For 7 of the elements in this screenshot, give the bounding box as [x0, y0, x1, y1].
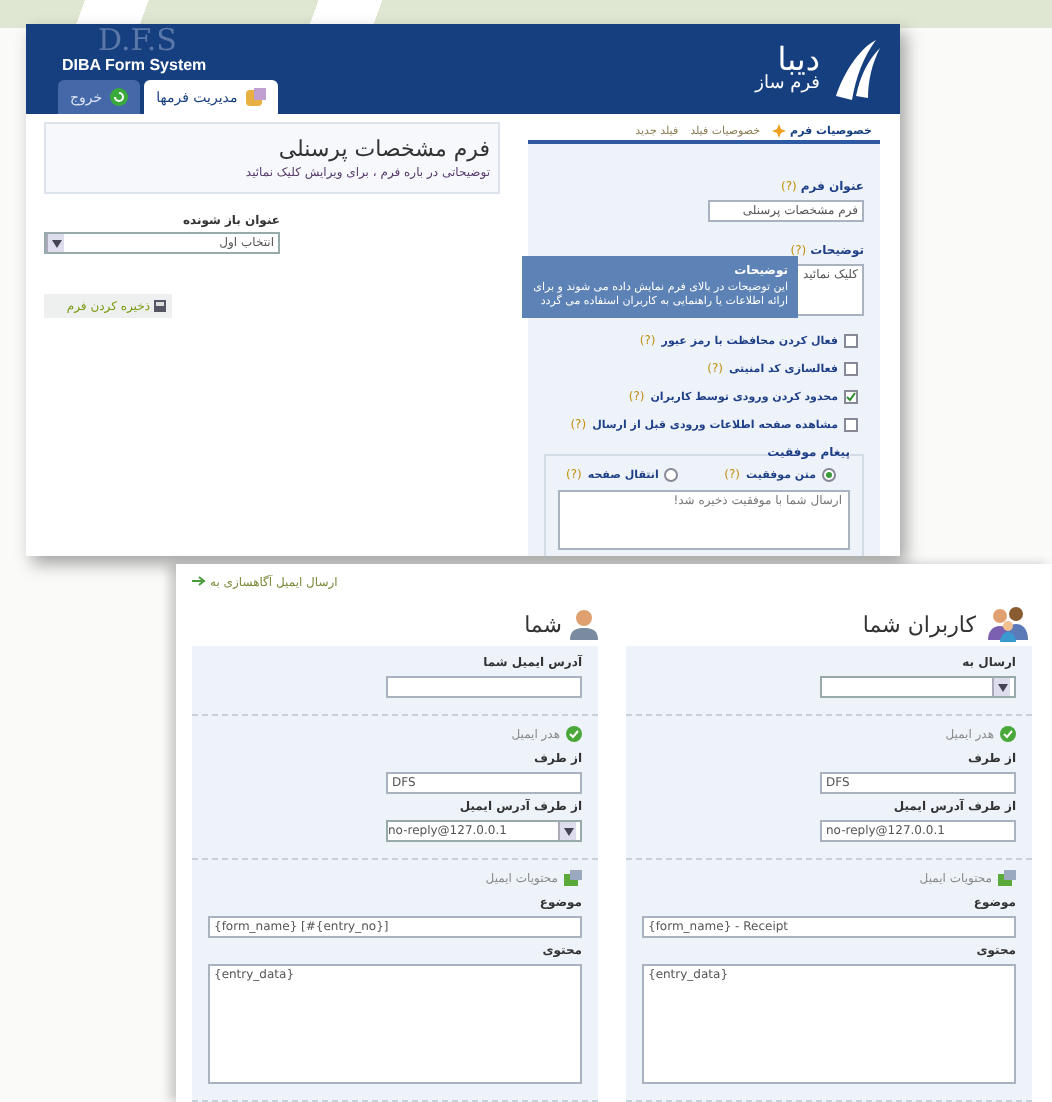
column-title: شما: [524, 611, 562, 637]
system-name: DIBA Form System: [62, 56, 209, 76]
logo-title: دیبا: [777, 44, 820, 76]
watermark-text: D.F.S: [98, 24, 179, 56]
form-title: فرم مشخصات پرسنلی: [276, 136, 490, 162]
logo-subtitle: فرم ساز: [755, 76, 820, 94]
column-title: کاربران شما: [862, 611, 976, 637]
